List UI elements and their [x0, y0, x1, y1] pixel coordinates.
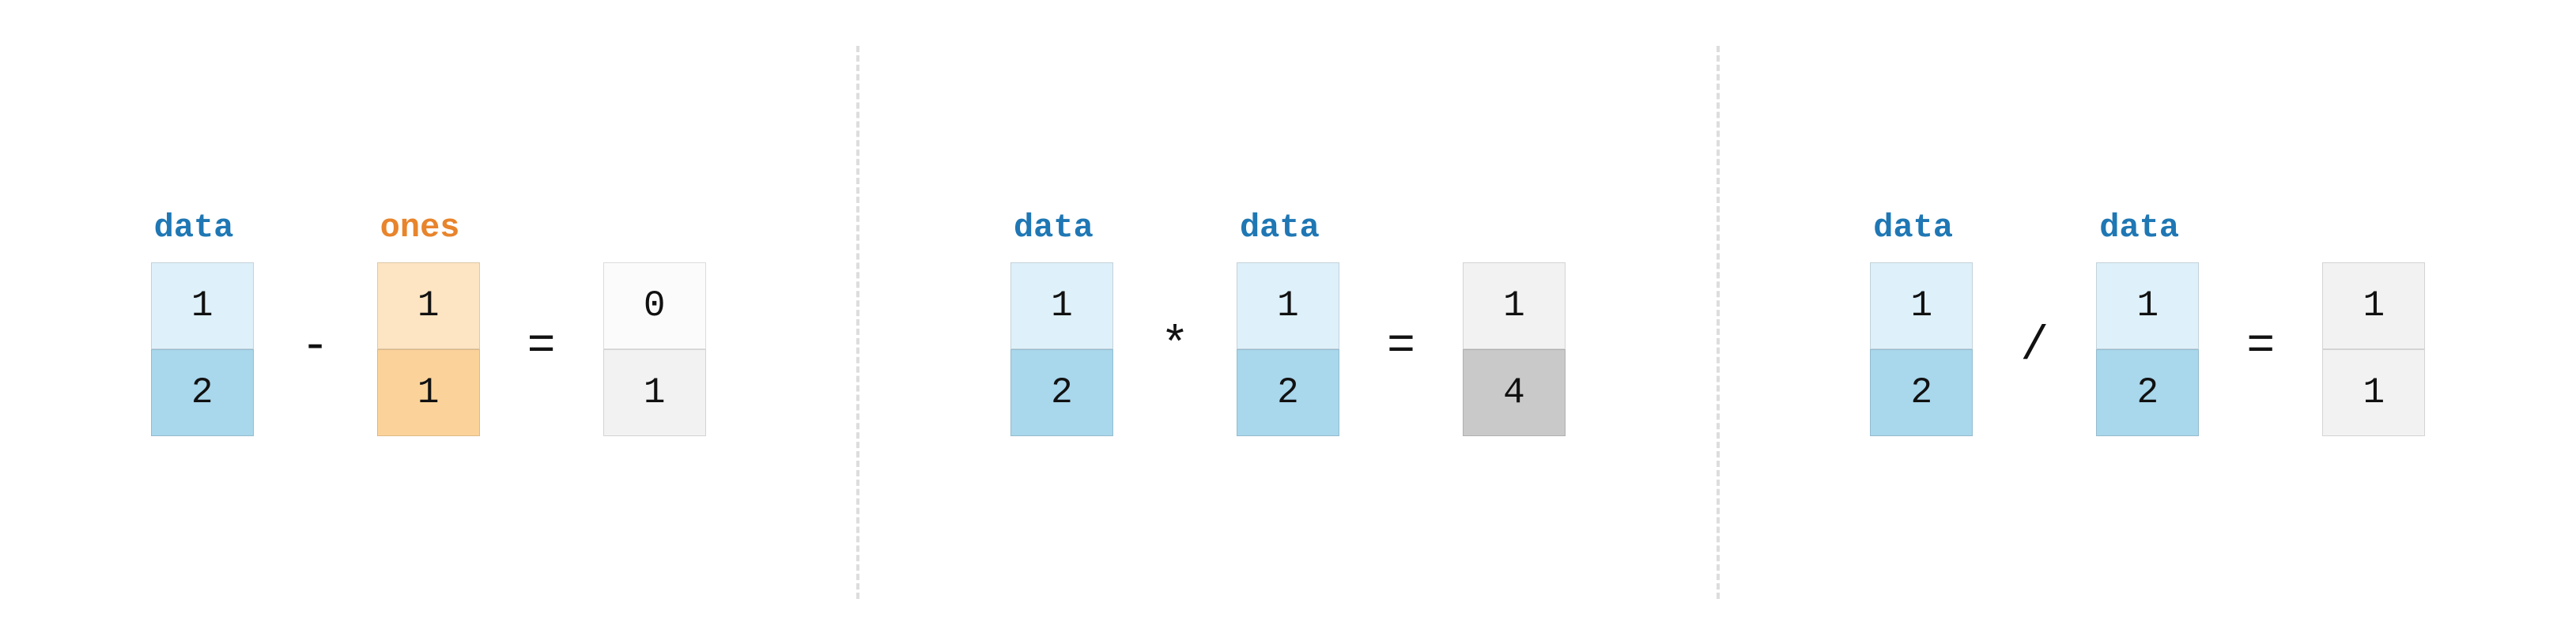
cell: 1	[377, 262, 480, 349]
cell: 1	[1237, 262, 1339, 349]
result: x 1 4	[1463, 209, 1566, 436]
panel-divider	[856, 46, 859, 599]
minus-operator: -	[293, 260, 338, 434]
equals-operator: =	[1379, 260, 1423, 434]
cell: 1	[151, 262, 254, 349]
array-label: data	[2096, 209, 2179, 247]
cell: 2	[1010, 349, 1113, 436]
panel-divider	[1717, 46, 1720, 599]
cell: 1	[603, 349, 706, 436]
operand-left: data 1 2	[151, 209, 254, 436]
array: 1 1	[377, 262, 480, 436]
operand-left: data 1 2	[1870, 209, 1973, 436]
operand-right: data 1 2	[2096, 209, 2199, 436]
cell: 1	[1463, 262, 1566, 349]
operand-right: data 1 2	[1237, 209, 1339, 436]
cell: 2	[1870, 349, 1973, 436]
cell: 4	[1463, 349, 1566, 436]
cell: 2	[2096, 349, 2199, 436]
array: 1 2	[151, 262, 254, 436]
cell: 2	[151, 349, 254, 436]
array: 0 1	[603, 262, 706, 436]
panel-division: data 1 2 / data 1 2 = x 1 1	[1822, 209, 2472, 436]
result: x 0 1	[603, 209, 706, 436]
cell: 1	[2096, 262, 2199, 349]
panel-subtraction: data 1 2 - ones 1 1 = x 0 1	[104, 209, 754, 436]
equals-operator: =	[2238, 260, 2283, 434]
multiply-operator: *	[1153, 260, 1197, 434]
operand-right: ones 1 1	[377, 209, 480, 436]
array: 1 2	[2096, 262, 2199, 436]
cell: 1	[2322, 262, 2425, 349]
array: 1 2	[1010, 262, 1113, 436]
cell: 1	[1010, 262, 1113, 349]
array: 1 4	[1463, 262, 1566, 436]
array: 1 1	[2322, 262, 2425, 436]
cell: 1	[2322, 349, 2425, 436]
cell: 2	[1237, 349, 1339, 436]
array-label: data	[1237, 209, 1320, 247]
cell: 0	[603, 262, 706, 349]
array-label: data	[1870, 209, 1953, 247]
operand-left: data 1 2	[1010, 209, 1113, 436]
array-label: data	[151, 209, 234, 247]
panel-multiplication: data 1 2 * data 1 2 = x 1 4	[963, 209, 1613, 436]
equals-operator: =	[519, 260, 564, 434]
array-label: data	[1010, 209, 1093, 247]
cell: 1	[1870, 262, 1973, 349]
divide-operator: /	[2012, 260, 2057, 434]
array: 1 2	[1870, 262, 1973, 436]
array-label: ones	[377, 209, 460, 247]
cell: 1	[377, 349, 480, 436]
array: 1 2	[1237, 262, 1339, 436]
result: x 1 1	[2322, 209, 2425, 436]
